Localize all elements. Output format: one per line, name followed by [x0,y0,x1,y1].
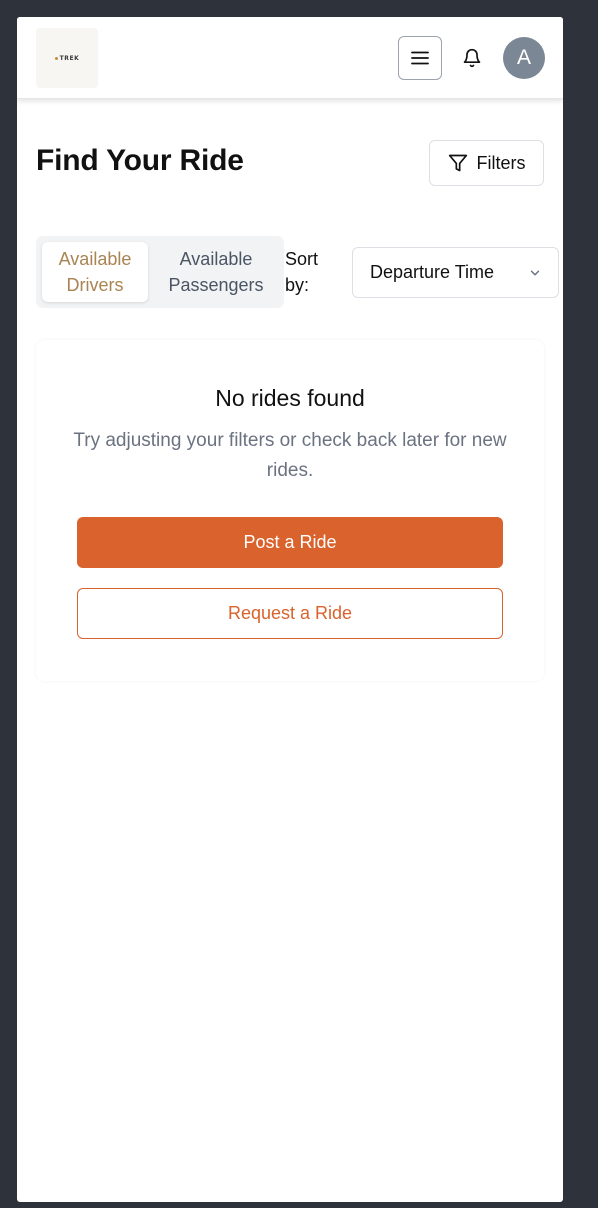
filters-button[interactable]: Filters [429,140,544,186]
empty-state-card: No rides found Try adjusting your filter… [36,340,544,681]
chevron-down-icon [530,270,540,276]
notifications-button[interactable] [457,43,487,73]
sort-label: Sort by: [285,249,319,295]
hamburger-menu-icon [411,51,429,65]
empty-state-message: Try adjusting your filters or check back… [73,430,507,481]
sort-selected-value: Departure Time [370,262,495,282]
filter-funnel-icon [448,154,467,172]
ride-type-tabs: Available Drivers Available Passengers [36,236,284,308]
empty-state-title: No rides found [215,385,365,411]
logo[interactable]: TREK [36,28,98,88]
top-header: TREK A [17,17,563,99]
menu-button[interactable] [398,36,442,80]
tab-label: Available Drivers [58,249,132,295]
avatar-initial: A [516,46,531,69]
page-title: Find Your Ride [36,144,244,177]
tab-label: Available Passengers [168,249,264,295]
sort-select[interactable]: Departure Time [352,247,559,298]
tab-available-drivers[interactable]: Available Drivers [42,242,148,302]
app-window: TREK A Find Your Ride Filters Available … [17,17,563,1202]
logo-mark-icon [54,56,58,60]
filters-label: Filters [476,152,526,173]
logo-label: TREK [59,54,80,62]
request-ride-button[interactable]: Request a Ride [77,588,503,639]
user-avatar[interactable]: A [503,37,545,79]
bell-icon [463,48,481,68]
logo-text: TREK [54,54,80,62]
tab-available-passengers[interactable]: Available Passengers [154,242,278,302]
post-ride-button[interactable]: Post a Ride [77,517,503,568]
